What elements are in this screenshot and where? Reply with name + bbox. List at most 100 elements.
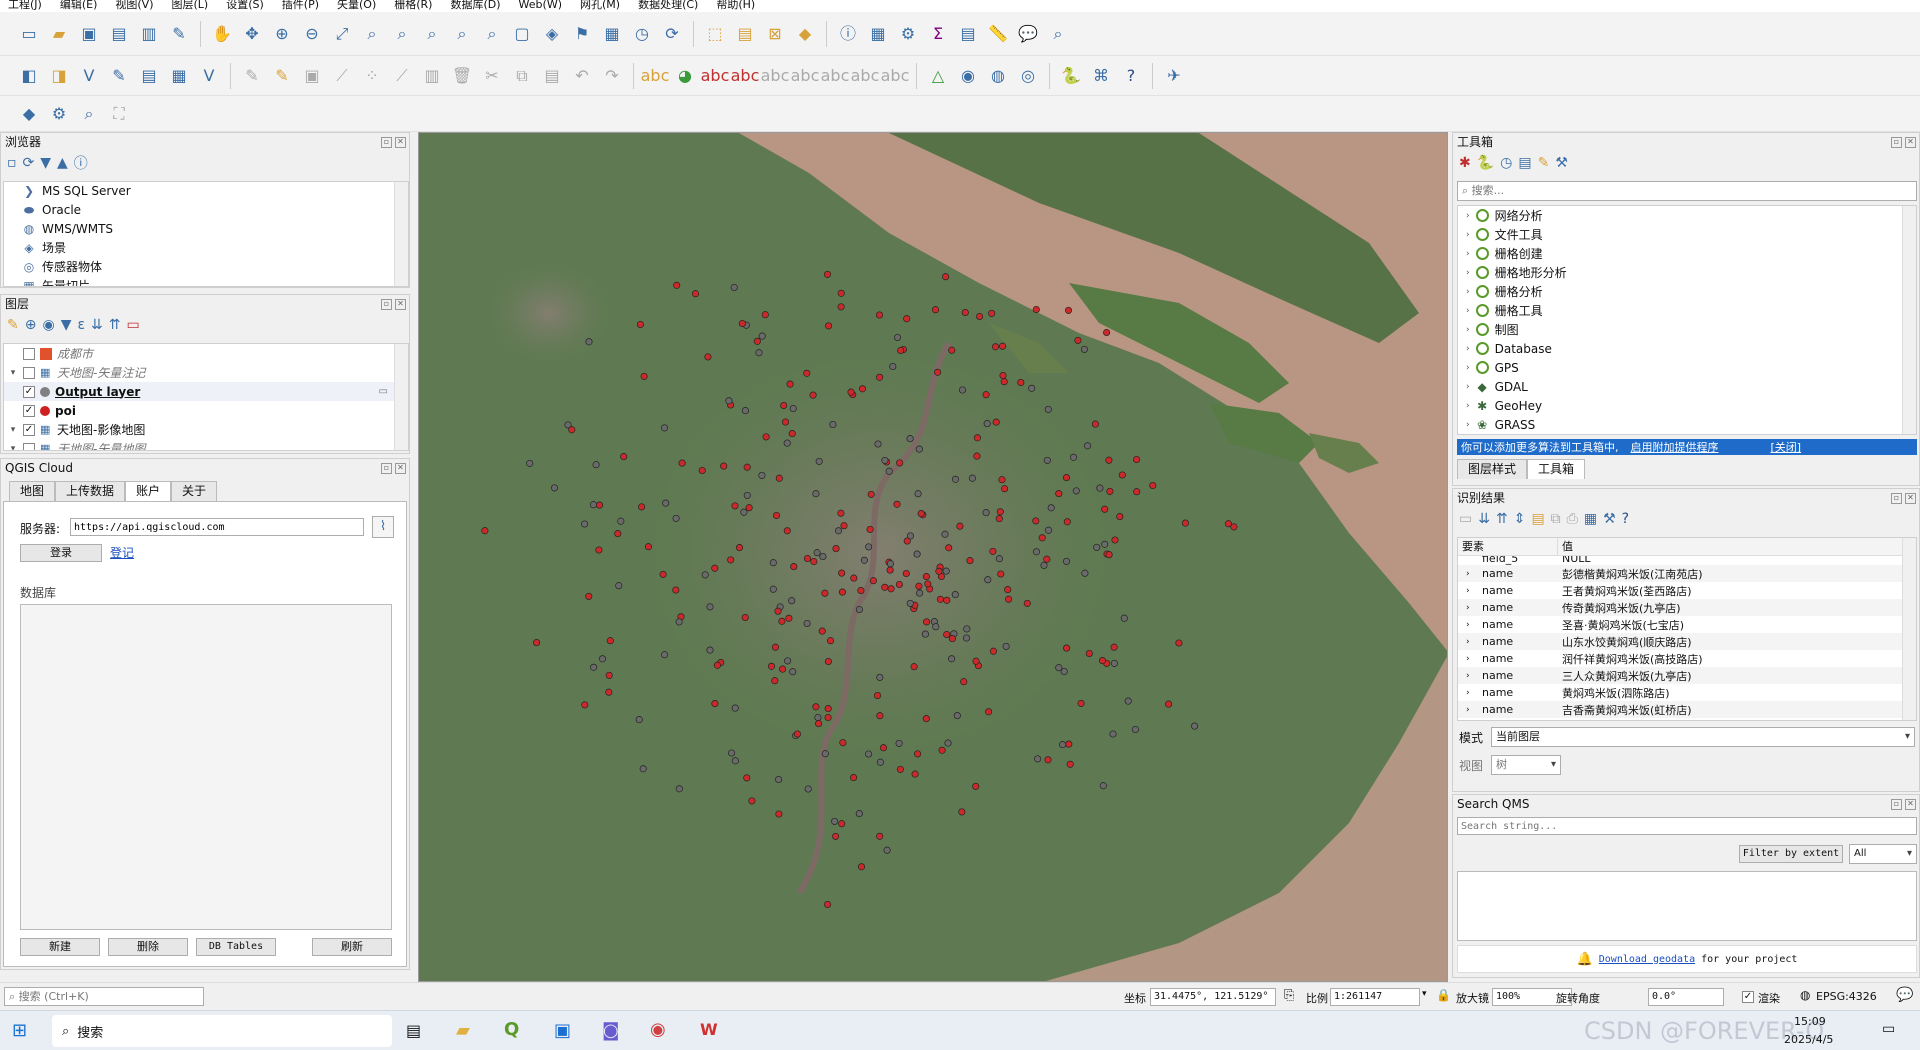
poi-marker[interactable]	[931, 306, 940, 314]
poi-marker[interactable]	[865, 750, 873, 758]
delete-selected-icon[interactable]: 🗑	[449, 63, 475, 89]
db-tables-button[interactable]: DB Tables	[196, 938, 276, 956]
poi-marker[interactable]	[968, 474, 976, 482]
poi-marker[interactable]	[941, 530, 949, 538]
poi-marker[interactable]	[1118, 471, 1126, 479]
poi-marker[interactable]	[711, 700, 719, 708]
poi-marker[interactable]	[824, 900, 832, 909]
poi-marker[interactable]	[824, 713, 832, 722]
poi-marker[interactable]	[1043, 555, 1051, 563]
poi-marker[interactable]	[1017, 378, 1025, 387]
tab-layer-style[interactable]: 图层样式	[1457, 459, 1528, 479]
poi-marker[interactable]	[803, 369, 811, 377]
close-icon[interactable]: ✕	[395, 136, 406, 148]
chrome-icon[interactable]: ◉	[650, 1019, 666, 1040]
poi-marker[interactable]	[982, 509, 990, 517]
table-row[interactable]: › name 吉香斋黄焖鸡米饭(虹桥店)	[1458, 701, 1916, 718]
menu-item-8[interactable]: 数据库(D)	[450, 0, 500, 12]
poi-marker[interactable]	[767, 662, 776, 670]
poi-marker[interactable]	[1004, 586, 1012, 594]
poi-marker[interactable]	[661, 651, 669, 659]
poi-marker[interactable]	[758, 332, 766, 340]
add-raster-icon[interactable]: ▦	[166, 63, 192, 89]
poi-marker[interactable]	[875, 311, 884, 319]
poi-marker[interactable]	[951, 591, 959, 599]
poi-marker[interactable]	[781, 418, 790, 426]
rotate-label-icon[interactable]: abc	[791, 63, 820, 89]
expand-icon[interactable]: ▾	[8, 425, 18, 435]
poi-marker[interactable]	[614, 530, 622, 538]
scripts-icon[interactable]: 🐍	[1477, 155, 1494, 171]
poi-marker[interactable]	[917, 510, 925, 518]
poi-marker[interactable]	[644, 543, 652, 551]
models-icon[interactable]: ✱	[1459, 155, 1471, 171]
poi-marker[interactable]	[1059, 741, 1067, 749]
poi-marker[interactable]	[948, 635, 956, 643]
poi-marker[interactable]	[810, 557, 818, 566]
zoom-out-icon[interactable]: ⊖	[299, 21, 325, 47]
poi-marker[interactable]	[936, 595, 944, 603]
deselect-icon[interactable]: ⊠	[762, 21, 788, 47]
poi-marker[interactable]	[606, 637, 614, 645]
poi-marker[interactable]	[896, 765, 904, 773]
poi-marker[interactable]	[945, 544, 953, 552]
poi-marker[interactable]	[1105, 551, 1113, 559]
poi-marker[interactable]	[704, 353, 712, 361]
results-viewer-icon[interactable]: ▤	[1518, 155, 1531, 171]
layout-manager-icon[interactable]: ▥	[136, 21, 162, 47]
collapse-all-icon[interactable]: ▲	[57, 155, 68, 171]
poi-marker[interactable]	[938, 746, 946, 754]
poi-marker[interactable]	[793, 730, 801, 738]
poi-marker[interactable]	[923, 618, 931, 626]
poi-marker[interactable]	[819, 552, 827, 561]
poi-marker[interactable]	[1077, 699, 1085, 707]
float-icon[interactable]: ▫	[381, 136, 392, 148]
remove-layer-icon[interactable]: ▭	[127, 317, 140, 333]
mode-select[interactable]: 当前图层	[1491, 727, 1915, 747]
poi-marker[interactable]	[883, 846, 891, 854]
poi-marker[interactable]	[951, 475, 960, 483]
poi-marker[interactable]	[730, 283, 738, 292]
statistics-icon[interactable]: Σ	[925, 21, 951, 47]
poi-marker[interactable]	[896, 459, 904, 467]
search-icon[interactable]: ⌕	[76, 101, 102, 127]
poi-marker[interactable]	[996, 508, 1004, 516]
crs-button[interactable]: EPSG:4326	[1816, 990, 1877, 1003]
help-icon[interactable]: ?	[1622, 511, 1629, 527]
expand-new-icon[interactable]: ⇕	[1514, 511, 1526, 527]
poi-marker[interactable]	[988, 309, 996, 317]
poi-marker[interactable]	[1044, 526, 1053, 534]
data-source-manager-icon[interactable]: ◧	[16, 63, 42, 89]
poi-marker[interactable]	[825, 322, 833, 330]
redo-icon[interactable]: ↷	[599, 63, 625, 89]
layer-item[interactable]: 成都市	[4, 344, 408, 363]
poi-marker[interactable]	[963, 625, 971, 633]
layers-scrollbar[interactable]	[394, 344, 408, 450]
web-globe-icon[interactable]: ◍	[985, 63, 1011, 89]
menu-item-9[interactable]: Web(W)	[519, 0, 562, 12]
poi-marker[interactable]	[837, 303, 845, 311]
poi-marker[interactable]	[876, 832, 884, 840]
table-row[interactable]: › name 黄焖鸡米饭(泗陈路店)	[1458, 684, 1916, 701]
poi-marker[interactable]	[1032, 517, 1040, 525]
poi-marker[interactable]	[906, 435, 914, 443]
zoom-native-icon[interactable]: ⌕	[419, 21, 445, 47]
close-icon[interactable]: ✕	[1905, 798, 1916, 810]
poi-marker[interactable]	[826, 637, 835, 645]
poi-marker[interactable]	[1175, 639, 1183, 647]
poi-marker[interactable]	[1098, 657, 1107, 665]
scale-dropdown-icon[interactable]: ▾	[1422, 989, 1427, 999]
add-group-icon[interactable]: ⊕	[25, 317, 37, 333]
open-project-icon[interactable]: ▰	[46, 21, 72, 47]
poi-marker[interactable]	[585, 338, 593, 346]
qgis-app-icon[interactable]: Q	[504, 1019, 519, 1040]
poi-marker[interactable]	[831, 817, 839, 825]
poi-marker[interactable]	[550, 484, 559, 492]
tab-toolbox[interactable]: 工具箱	[1527, 459, 1586, 479]
toggle-editing-icon[interactable]: ✎	[269, 63, 295, 89]
view-select[interactable]: 树	[1491, 755, 1561, 775]
zoom-selection-icon[interactable]: ⌕	[359, 21, 385, 47]
poi-marker[interactable]	[886, 560, 895, 568]
poi-marker[interactable]	[960, 678, 968, 686]
poi-marker[interactable]	[1110, 643, 1118, 651]
